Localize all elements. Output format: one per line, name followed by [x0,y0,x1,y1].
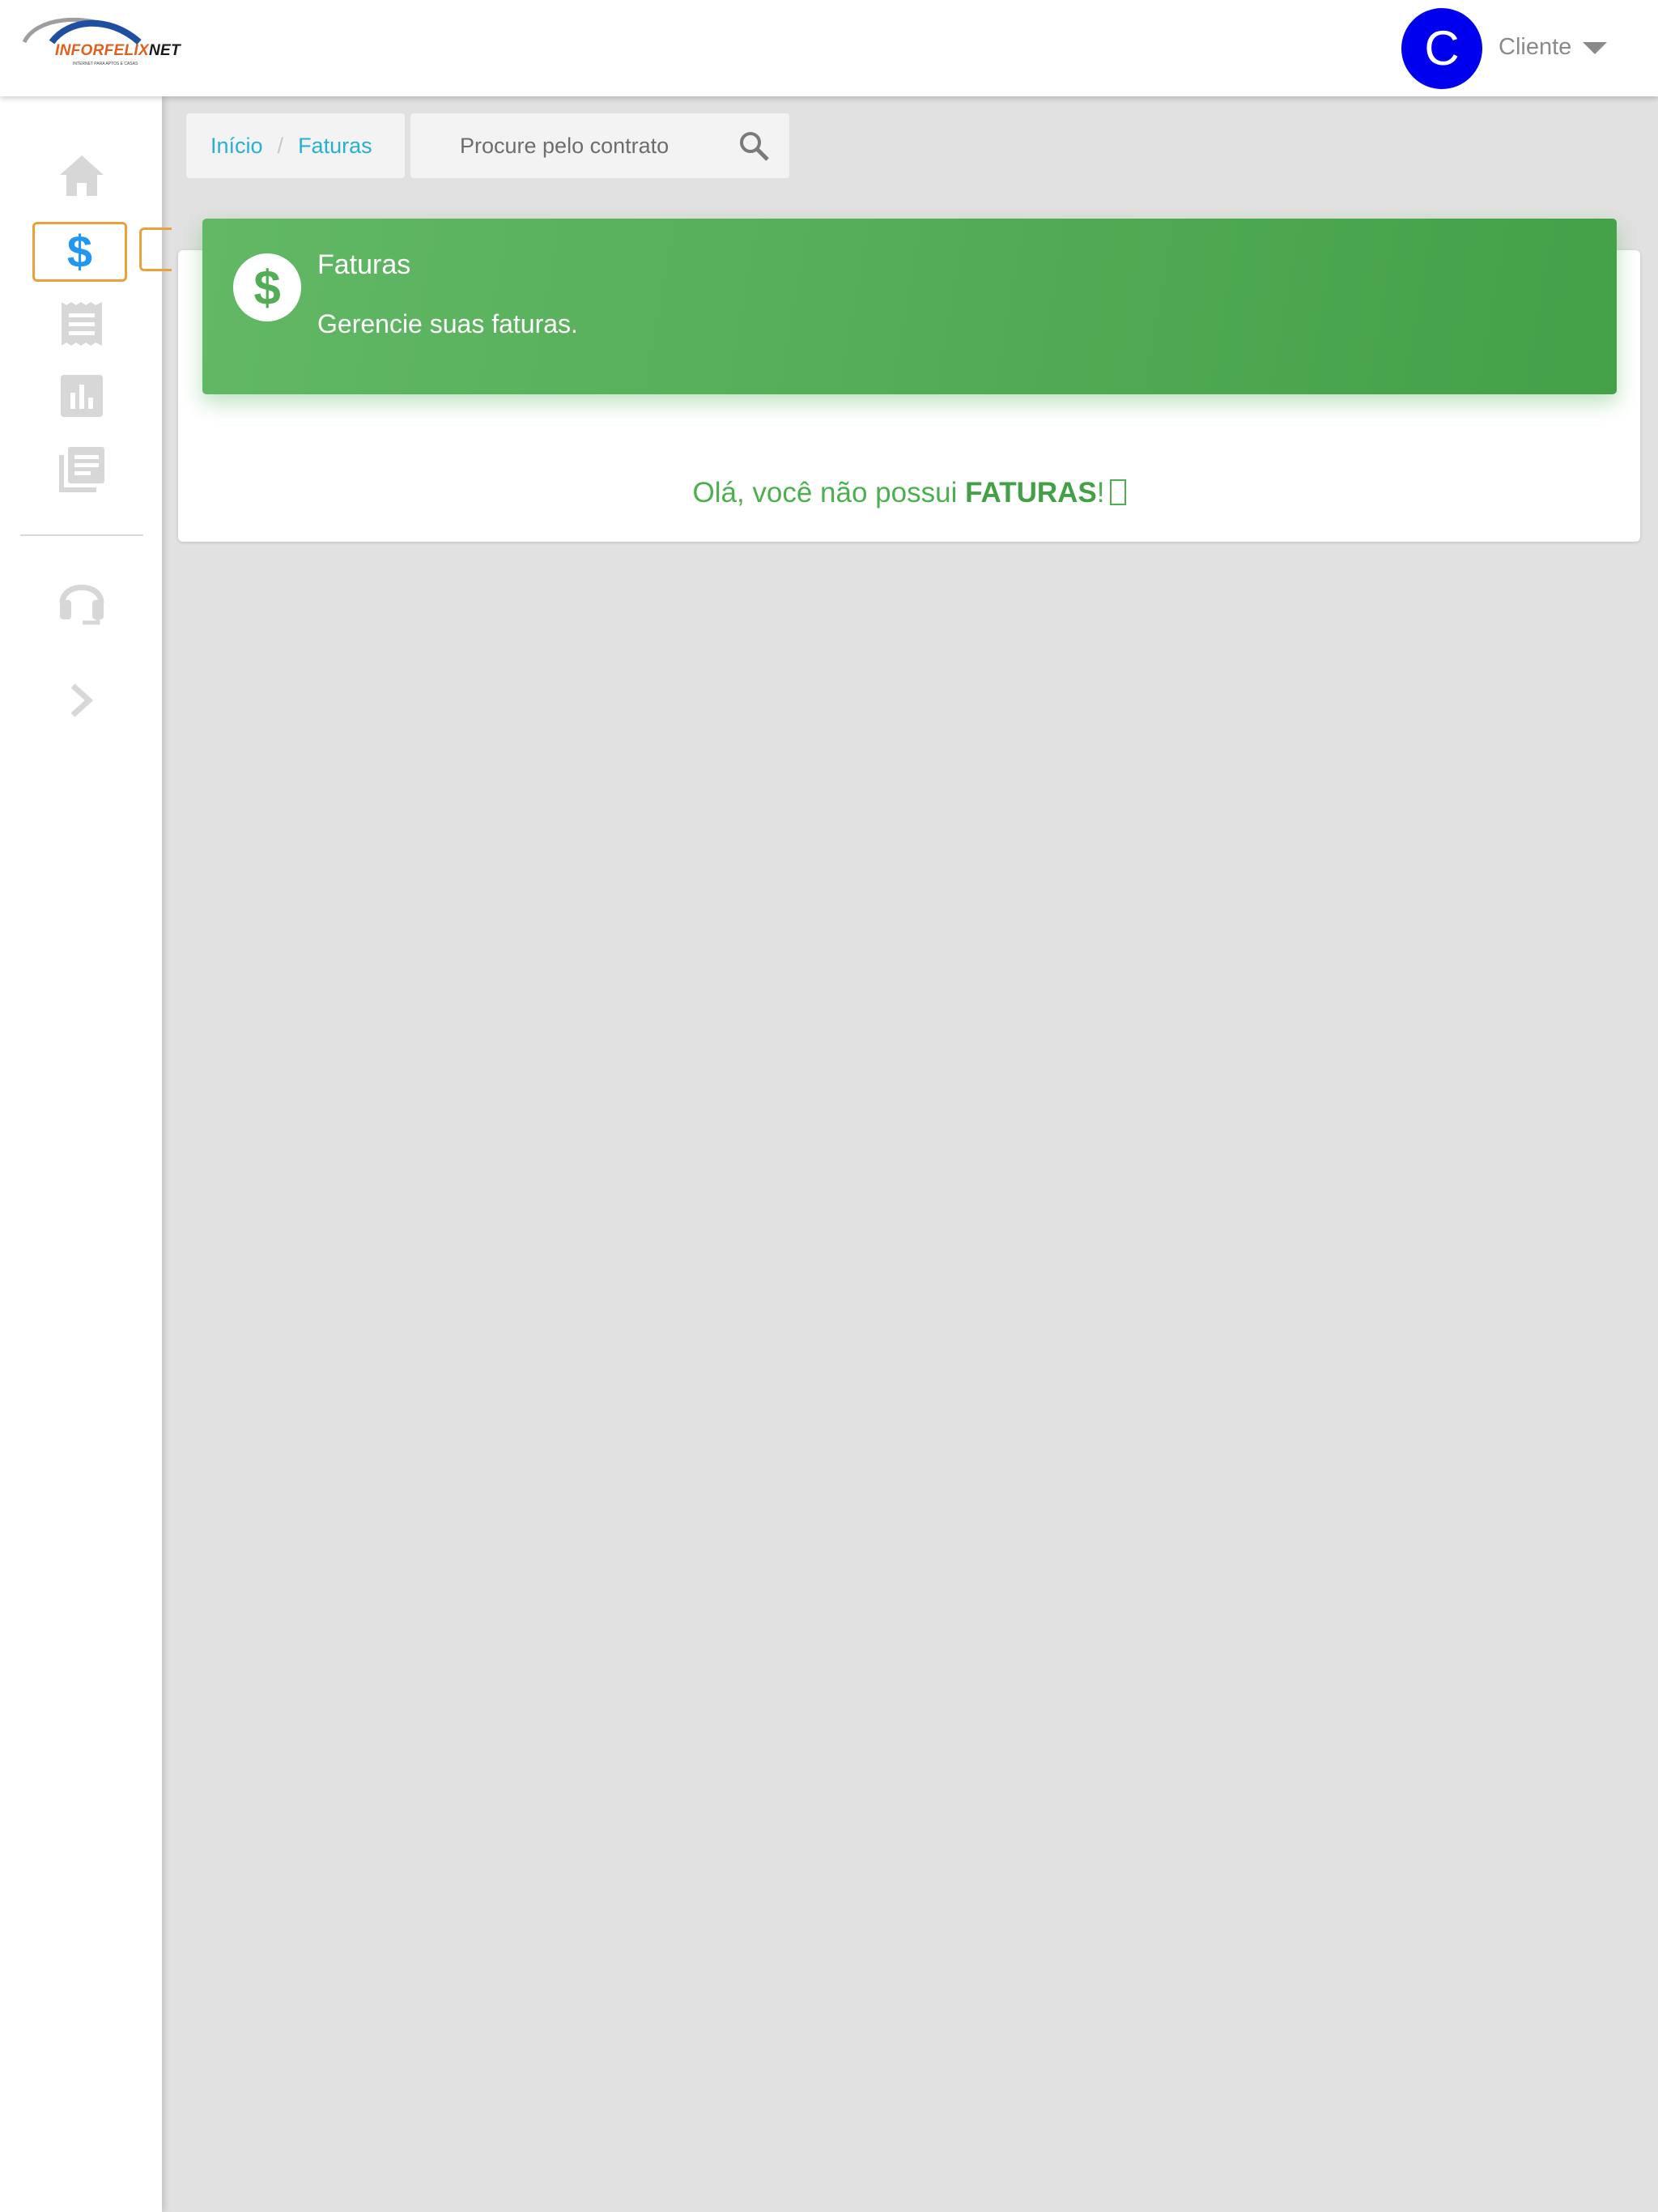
library-books-icon[interactable] [57,445,106,494]
sidebar-item-faturas[interactable]: $ [32,222,127,282]
sidebar: $ [0,96,172,2212]
search-input[interactable] [410,113,734,178]
breadcrumb-home-link[interactable]: Início [210,134,263,159]
user-menu-label[interactable]: Cliente [1499,34,1571,61]
search-icon[interactable] [738,130,770,162]
svg-text:$: $ [253,261,280,315]
brand-logo[interactable]: INFORFELIXNET INTERNET PARA APTOS E CASA… [19,10,181,66]
logo-text: INFORFELIXNET [55,42,181,59]
headset-icon[interactable] [58,574,105,626]
breadcrumb-current-link[interactable]: Faturas [298,134,372,159]
search-box [410,113,789,178]
empty-invoices-message: Olá, você não possui FATURAS! [178,477,1640,509]
avatar[interactable]: C [1401,8,1482,89]
chevron-down-icon[interactable] [1583,42,1607,54]
bar-chart-icon[interactable] [61,375,103,417]
sidebar-divider [20,534,143,536]
card-title: Faturas [317,249,411,280]
top-bar: INFORFELIXNET INTERNET PARA APTOS E CASA… [0,0,1658,96]
chevron-right-icon[interactable] [70,683,94,718]
sidebar-selected-indicator [139,228,172,271]
card-header: $ Faturas Gerencie suas faturas. [202,219,1617,394]
main-content: Início / Faturas Olá, você não possui FA… [162,96,1658,2212]
breadcrumb: Início / Faturas [186,113,405,178]
dollar-icon: $ [66,226,93,277]
logo-tagline: INTERNET PARA APTOS E CASAS [73,62,138,66]
card-subtitle: Gerencie suas faturas. [317,309,578,338]
missing-glyph-icon [1109,479,1126,505]
home-icon[interactable] [58,154,105,198]
receipt-icon[interactable] [60,300,104,347]
dollar-circle-icon: $ [233,253,301,321]
breadcrumb-separator: / [277,133,284,158]
